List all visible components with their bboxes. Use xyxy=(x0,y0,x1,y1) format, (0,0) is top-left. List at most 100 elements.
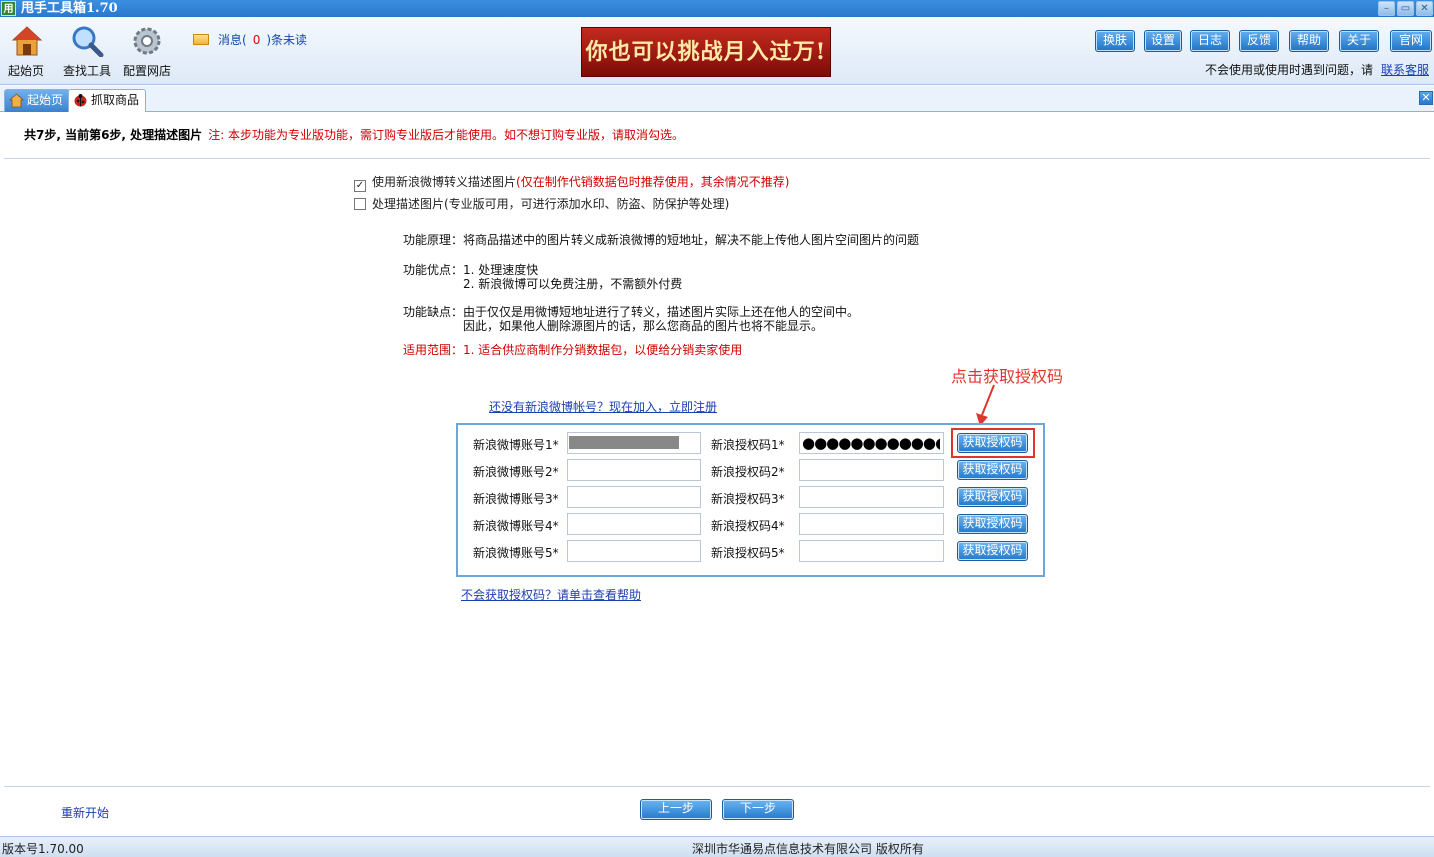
minimize-button[interactable]: – xyxy=(1378,1,1395,16)
get-auth-code-button[interactable]: 获取授权码 xyxy=(957,487,1028,507)
account-row: 新浪微博账号4* 新浪授权码4* 获取授权码 xyxy=(458,512,1043,536)
envelope-icon xyxy=(193,34,209,45)
official-site-button[interactable]: 官网 xyxy=(1390,30,1432,52)
find-tools-label: 查找工具 xyxy=(63,64,112,78)
weibo-convert-hint: (仅在制作代销数据包时推荐使用，其余情况不推荐) xyxy=(516,175,790,189)
process-images-option[interactable]: 处理描述图片(专业版可用，可进行添加水印、防盗、防保护等处理) xyxy=(354,195,729,212)
auth-code-input[interactable] xyxy=(799,540,944,562)
home-tool-label: 起始页 xyxy=(8,64,45,78)
maximize-button[interactable]: ▭ xyxy=(1397,1,1414,16)
account-label: 新浪微博账号1* xyxy=(473,438,559,452)
home-icon xyxy=(11,26,43,56)
highlight-frame xyxy=(951,428,1035,458)
register-weibo-link[interactable]: 还没有新浪微博帐号？现在加入，立即注册 xyxy=(489,398,717,415)
divider xyxy=(4,158,1430,159)
annotation-text: 点击获取授权码 xyxy=(951,367,1064,386)
advantages-text-1: 功能优点：1. 处理速度快 xyxy=(403,263,539,277)
configure-shop-label: 配置网店 xyxy=(123,64,172,78)
auth-code-value: ●●●●●●●●●●●●● xyxy=(802,434,940,452)
promo-banner[interactable]: 你也可以挑战月入过万! xyxy=(581,27,831,77)
window-title: 甩手工具箱1.70 xyxy=(21,1,118,16)
account-input[interactable] xyxy=(567,459,701,481)
auth-code-help-link[interactable]: 不会获取授权码？请单击查看帮助 xyxy=(461,586,641,603)
account-label: 新浪微博账号2* xyxy=(473,465,559,479)
home-icon xyxy=(9,93,24,108)
configure-shop-button[interactable]: 配置网店 xyxy=(122,17,174,78)
app-icon: 用 xyxy=(1,1,16,16)
close-tab-icon[interactable]: ✕ xyxy=(1419,91,1433,105)
feedback-button[interactable]: 反馈 xyxy=(1239,30,1279,52)
tab-bar: 起始页 抓取商品 ✕ xyxy=(0,86,1434,113)
main-content: 共7步, 当前第6步, 处理描述图片 注: 本步功能为专业版功能，需订购专业版后才… xyxy=(4,112,1430,834)
weibo-convert-checkbox[interactable]: ✓ xyxy=(354,180,366,192)
status-bar: 版本号1.70.00 深圳市华通易点信息技术有限公司 版权所有 xyxy=(0,836,1434,857)
step-header: 共7步, 当前第6步, 处理描述图片 注: 本步功能为专业版功能，需订购专业版后才… xyxy=(24,126,684,143)
auth-code-label: 新浪授权码1* xyxy=(711,438,785,452)
main-toolbar: 起始页 查找工具 配置网店 消息( 0 )条未读 你也可以挑战月入过万! 换肤 设置… xyxy=(0,17,1434,85)
messages-link[interactable]: 消息( 0 )条未读 xyxy=(193,31,307,48)
account-input[interactable] xyxy=(567,513,701,535)
step-note: 注: 本步功能为专业版功能，需订购专业版后才能使用。如不想订购专业版，请取消勾选… xyxy=(208,128,685,142)
restart-link[interactable]: 重新开始 xyxy=(61,804,109,821)
weibo-convert-option[interactable]: ✓ 使用新浪微博转义描述图片(仅在制作代销数据包时推荐使用，其余情况不推荐) xyxy=(354,173,789,192)
account-label: 新浪微博账号5* xyxy=(473,546,559,560)
process-images-label: 处理描述图片(专业版可用，可进行添加水印、防盗、防保护等处理) xyxy=(372,197,730,211)
get-auth-code-button[interactable]: 获取授权码 xyxy=(957,460,1028,480)
unread-count: 0 xyxy=(252,33,261,47)
title-bar: 用 甩手工具箱1.70 – ▭ ✕ xyxy=(0,0,1434,17)
tab-home[interactable]: 起始页 xyxy=(4,89,71,112)
step-title: 共7步, 当前第6步, 处理描述图片 xyxy=(24,128,203,142)
account-label: 新浪微博账号3* xyxy=(473,492,559,506)
advantages-text-2: 2. 新浪微博可以免费注册，不需额外付费 xyxy=(463,277,683,291)
auth-code-input[interactable] xyxy=(799,486,944,508)
auth-code-input[interactable]: ●●●●●●●●●●●●● xyxy=(799,432,944,454)
magnifier-icon xyxy=(72,26,104,57)
tab-home-label: 起始页 xyxy=(27,93,64,107)
messages-prefix: 消息( xyxy=(218,33,247,47)
messages-suffix: )条未读 xyxy=(266,33,308,47)
auth-code-input[interactable] xyxy=(799,513,944,535)
annotation-arrow-icon xyxy=(976,384,995,426)
weibo-convert-label: 使用新浪微博转义描述图片 xyxy=(372,175,517,189)
help-button[interactable]: 帮助 xyxy=(1289,30,1329,52)
scope-text: 适用范围：1. 适合供应商制作分销数据包，以便给分销卖家使用 xyxy=(403,343,743,357)
tab-fetch-label: 抓取商品 xyxy=(91,93,140,107)
tab-fetch-products[interactable]: 抓取商品 xyxy=(68,89,147,113)
get-auth-code-button[interactable]: 获取授权码 xyxy=(957,541,1028,561)
principle-text: 功能原理：将商品描述中的图片转义成新浪微博的短地址，解决不能上传他人图片空间图片… xyxy=(403,233,920,247)
auth-code-label: 新浪授权码4* xyxy=(711,519,785,533)
auth-code-label: 新浪授权码2* xyxy=(711,465,785,479)
support-line: 不会使用或使用时遇到问题，请 联系客服 xyxy=(1205,61,1429,78)
auth-code-label: 新浪授权码5* xyxy=(711,546,785,560)
skin-button[interactable]: 换肤 xyxy=(1095,30,1135,52)
close-window-button[interactable]: ✕ xyxy=(1416,1,1433,16)
ladybug-icon xyxy=(74,94,87,107)
disadvantages-text-1: 功能缺点：由于仅仅是用微博短地址进行了转义，描述图片实际上还在他人的空间中。 xyxy=(403,305,860,319)
account-input[interactable] xyxy=(567,540,701,562)
account-label: 新浪微博账号4* xyxy=(473,519,559,533)
contact-support-link[interactable]: 联系客服 xyxy=(1381,63,1429,77)
find-tools-button[interactable]: 查找工具 xyxy=(62,17,114,78)
support-text: 不会使用或使用时遇到问题，请 xyxy=(1204,63,1373,77)
settings-button[interactable]: 设置 xyxy=(1144,30,1182,52)
auth-code-input[interactable] xyxy=(799,459,944,481)
disadvantages-text-2: 因此，如果他人删除源图片的话，那么您商品的图片也将不能显示。 xyxy=(463,319,824,333)
home-tool-button[interactable]: 起始页 xyxy=(8,17,48,78)
masked-account-value xyxy=(569,436,679,449)
log-button[interactable]: 日志 xyxy=(1190,30,1230,52)
version-text: 版本号1.70.00 xyxy=(2,842,84,856)
divider xyxy=(4,786,1430,787)
account-row: 新浪微博账号3* 新浪授权码3* 获取授权码 xyxy=(458,485,1043,509)
about-button[interactable]: 关于 xyxy=(1339,30,1379,52)
auth-code-label: 新浪授权码3* xyxy=(711,492,785,506)
account-input[interactable] xyxy=(567,432,701,454)
previous-step-button[interactable]: 上一步 xyxy=(640,799,712,820)
get-auth-code-button[interactable]: 获取授权码 xyxy=(957,514,1028,534)
account-row: 新浪微博账号5* 新浪授权码5* 获取授权码 xyxy=(458,539,1043,563)
gear-icon xyxy=(133,27,161,55)
next-step-button[interactable]: 下一步 xyxy=(722,799,794,820)
process-images-checkbox[interactable] xyxy=(354,198,366,210)
account-row: 新浪微博账号2* 新浪授权码2* 获取授权码 xyxy=(458,458,1043,482)
account-input[interactable] xyxy=(567,486,701,508)
copyright-text: 深圳市华通易点信息技术有限公司 版权所有 xyxy=(692,842,924,856)
